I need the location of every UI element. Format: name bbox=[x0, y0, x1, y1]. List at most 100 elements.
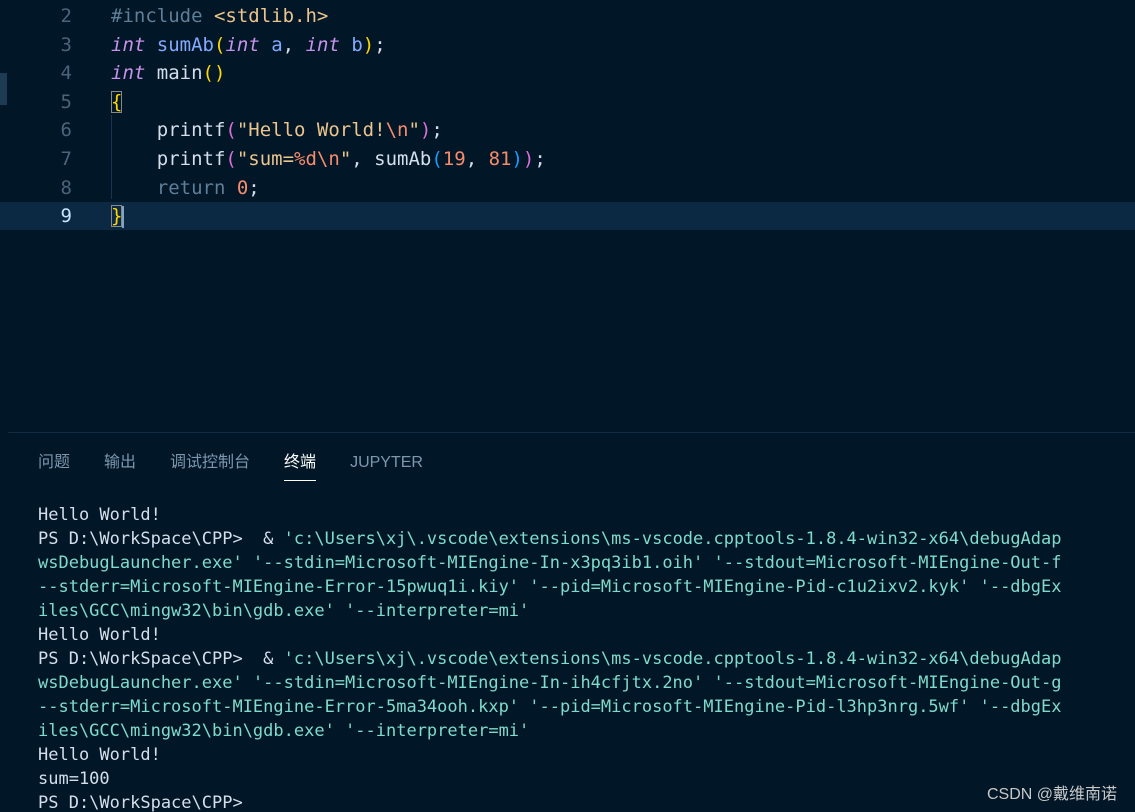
terminal-line: PS D:\WorkSpace\CPP> bbox=[38, 791, 1135, 812]
code-token: <stdlib.h> bbox=[213, 5, 329, 27]
code-line[interactable]: 4 int main() bbox=[0, 59, 1135, 87]
code-token: ; bbox=[431, 119, 443, 141]
text-cursor bbox=[122, 205, 125, 228]
line-number: 3 bbox=[60, 34, 72, 56]
line-code: #include <stdlib.h> bbox=[111, 2, 328, 30]
code-token: b bbox=[351, 34, 363, 56]
code-token: , bbox=[282, 34, 306, 56]
code-token: sumAb bbox=[156, 34, 214, 56]
terminal-text: PS D:\WorkSpace\CPP> & bbox=[38, 529, 284, 549]
code-token: ( bbox=[225, 119, 237, 141]
code-token: ; bbox=[374, 34, 386, 56]
tab-jupyter[interactable]: JUPYTER bbox=[350, 451, 423, 481]
terminal-line: Hello World! bbox=[38, 743, 1135, 767]
code-token: \n bbox=[385, 119, 409, 141]
line-number: 7 bbox=[60, 148, 72, 170]
code-token: int bbox=[225, 34, 260, 56]
code-editor[interactable]: 2 #include <stdlib.h> 3 int sumAb(int a, in… bbox=[0, 0, 1135, 432]
tab-problems[interactable]: 问题 bbox=[38, 451, 70, 481]
terminal-text: wsDebugLauncher.exe' '--stdin=Microsoft-… bbox=[38, 673, 1062, 693]
code-token: ; bbox=[248, 177, 260, 199]
line-number: 9 bbox=[60, 205, 72, 227]
code-token: int bbox=[111, 62, 146, 84]
code-token: ( bbox=[213, 34, 226, 56]
line-code: int sumAb(int a, int b); bbox=[111, 31, 386, 59]
code-token: " bbox=[408, 119, 420, 141]
code-token: %d\n bbox=[294, 148, 340, 170]
code-token: ; bbox=[534, 148, 546, 170]
code-line[interactable]: 2 #include <stdlib.h> bbox=[0, 2, 1135, 30]
terminal-output[interactable]: Hello World! PS D:\WorkSpace\CPP> & 'c:\U… bbox=[38, 503, 1135, 812]
line-code: return 0; bbox=[111, 174, 260, 202]
code-token: int bbox=[305, 34, 340, 56]
code-token: , sumAb bbox=[351, 148, 432, 170]
terminal-text: 'c:\Users\xj\.vscode\extensions\ms-vscod… bbox=[283, 649, 1062, 669]
bottom-panel: 问题 输出 调试控制台 终端 JUPYTER Hello World! PS D:\Wor… bbox=[8, 432, 1135, 812]
vscode-window: 2 #include <stdlib.h> 3 int sumAb(int a, in… bbox=[0, 0, 1135, 812]
tab-debug-console[interactable]: 调试控制台 bbox=[170, 451, 250, 481]
line-number: 6 bbox=[60, 119, 72, 141]
code-token: , bbox=[465, 148, 489, 170]
terminal-text: Hello World! bbox=[38, 625, 161, 645]
tab-output[interactable]: 输出 bbox=[104, 451, 136, 481]
code-line[interactable]: 8 return 0; bbox=[0, 174, 1135, 202]
terminal-line: sum=100 bbox=[38, 767, 1135, 791]
terminal-text: Hello World! bbox=[38, 745, 161, 765]
tab-terminal[interactable]: 终端 bbox=[284, 451, 317, 481]
code-token: () bbox=[202, 62, 226, 84]
code-token: " bbox=[339, 148, 352, 170]
code-line[interactable]: 9} bbox=[0, 202, 1135, 230]
code-token: ) bbox=[522, 148, 535, 170]
code-token: "Hello World! bbox=[236, 119, 386, 141]
code-line[interactable]: 6 printf("Hello World!\n"); bbox=[0, 116, 1135, 144]
code-token: } bbox=[111, 205, 123, 227]
line-code: { bbox=[111, 88, 123, 116]
terminal-line: Hello World! bbox=[38, 623, 1135, 647]
terminal-line: iles\GCC\mingw32\bin\gdb.exe' '--interpr… bbox=[38, 599, 1135, 623]
code-token: ) bbox=[362, 34, 375, 56]
code-token: 81 bbox=[488, 148, 512, 170]
terminal-line: iles\GCC\mingw32\bin\gdb.exe' '--interpr… bbox=[38, 719, 1135, 743]
line-code: } bbox=[111, 202, 125, 230]
terminal-line: Hello World! bbox=[38, 503, 1135, 527]
code-token: { bbox=[111, 91, 123, 113]
code-token: printf bbox=[111, 119, 226, 141]
code-token: ( bbox=[431, 148, 443, 170]
code-token: "sum= bbox=[236, 148, 295, 170]
terminal-text: PS D:\WorkSpace\CPP> & bbox=[38, 649, 284, 669]
line-number: 8 bbox=[60, 177, 72, 199]
code-token: ) bbox=[419, 119, 432, 141]
code-token: printf bbox=[111, 148, 226, 170]
terminal-text: --stderr=Microsoft-MIEngine-Error-5ma34o… bbox=[38, 697, 1062, 717]
code-line[interactable]: 5{ bbox=[0, 88, 1135, 116]
code-token: 19 bbox=[442, 148, 466, 170]
terminal-text: --stderr=Microsoft-MIEngine-Error-15pwuq… bbox=[38, 577, 1062, 597]
terminal-text: PS D:\WorkSpace\CPP> bbox=[38, 793, 243, 812]
code-line[interactable]: 7 printf("sum=%d\n", sumAb(19, 81)); bbox=[0, 145, 1135, 173]
line-code: printf("sum=%d\n", sumAb(19, 81)); bbox=[111, 145, 546, 173]
code-token: return bbox=[111, 177, 237, 199]
terminal-text: sum=100 bbox=[38, 769, 110, 789]
code-token: int bbox=[111, 34, 146, 56]
watermark: CSDN @戴维南诺 bbox=[986, 786, 1117, 803]
panel-tabs: 问题 输出 调试控制台 终端 JUPYTER bbox=[38, 451, 457, 481]
terminal-text: wsDebugLauncher.exe' '--stdin=Microsoft-… bbox=[38, 553, 1062, 573]
terminal-text: Hello World! bbox=[38, 505, 161, 525]
code-token: main bbox=[145, 62, 203, 84]
terminal-line: PS D:\WorkSpace\CPP> & 'c:\Users\xj\.vsc… bbox=[38, 647, 1135, 671]
code-token: ( bbox=[225, 148, 237, 170]
terminal-line: PS D:\WorkSpace\CPP> & 'c:\Users\xj\.vsc… bbox=[38, 527, 1135, 551]
terminal-text: 'c:\Users\xj\.vscode\extensions\ms-vscod… bbox=[283, 529, 1062, 549]
line-code: printf("Hello World!\n"); bbox=[111, 116, 443, 144]
terminal-line: --stderr=Microsoft-MIEngine-Error-5ma34o… bbox=[38, 695, 1135, 719]
code-token: 0 bbox=[236, 177, 249, 199]
code-token: a bbox=[271, 34, 283, 56]
terminal-text: iles\GCC\mingw32\bin\gdb.exe' '--interpr… bbox=[38, 721, 530, 741]
code-token: #include bbox=[111, 5, 214, 27]
code-line[interactable]: 3 int sumAb(int a, int b); bbox=[0, 31, 1135, 59]
line-number: 5 bbox=[60, 91, 72, 113]
line-number: 2 bbox=[60, 5, 72, 27]
